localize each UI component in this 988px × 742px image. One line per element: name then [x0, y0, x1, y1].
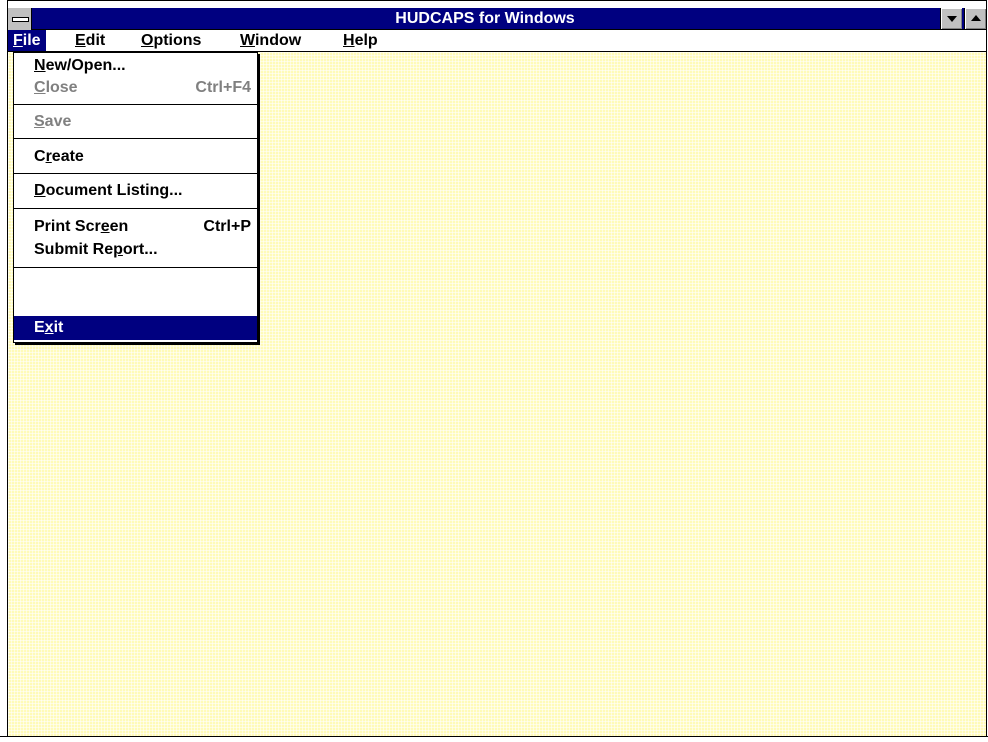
maximize-button[interactable] — [964, 8, 986, 29]
menu-separator — [14, 267, 257, 268]
maximize-arrow-icon — [971, 15, 981, 21]
application-window: HUDCAPS for Windows File Edit Options Wi… — [0, 0, 988, 742]
menu-item-exit[interactable]: Exit — [14, 316, 257, 340]
menu-item-create[interactable]: Create — [14, 146, 257, 168]
menu-item-new-open[interactable]: New/Open... — [14, 55, 257, 77]
window-border-left[interactable] — [0, 0, 8, 742]
minimize-button[interactable] — [940, 8, 962, 29]
menu-separator — [14, 173, 257, 174]
file-menu-dropdown: New/Open... Close Ctrl+F4 Save Create Doc… — [13, 52, 258, 343]
system-menu-icon[interactable] — [8, 8, 32, 30]
menu-options[interactable]: Options — [136, 30, 206, 51]
shortcut-print-screen: Ctrl+P — [203, 218, 251, 235]
menu-separator — [14, 208, 257, 209]
menu-separator — [14, 138, 257, 139]
menu-item-document-listing[interactable]: Document Listing... — [14, 180, 257, 202]
menu-item-print-screen[interactable]: Print Screen Ctrl+P — [14, 216, 257, 238]
menu-file[interactable]: File — [8, 30, 46, 51]
menu-item-save[interactable]: Save — [14, 111, 257, 133]
window-title: HUDCAPS for Windows — [395, 10, 575, 27]
menu-window[interactable]: Window — [235, 30, 306, 51]
menu-edit[interactable]: Edit — [70, 30, 110, 51]
menu-bar: File Edit Options Window Help — [8, 30, 986, 52]
title-bar[interactable]: HUDCAPS for Windows — [8, 8, 986, 30]
shortcut-close: Ctrl+F4 — [195, 79, 251, 96]
menu-item-submit-report[interactable]: Submit Report... — [14, 239, 257, 261]
minimize-arrow-icon — [947, 16, 957, 22]
window-border-bottom[interactable] — [0, 736, 988, 742]
menu-item-close[interactable]: Close Ctrl+F4 — [14, 77, 257, 99]
menu-separator — [14, 104, 257, 105]
menu-help[interactable]: Help — [338, 30, 383, 51]
